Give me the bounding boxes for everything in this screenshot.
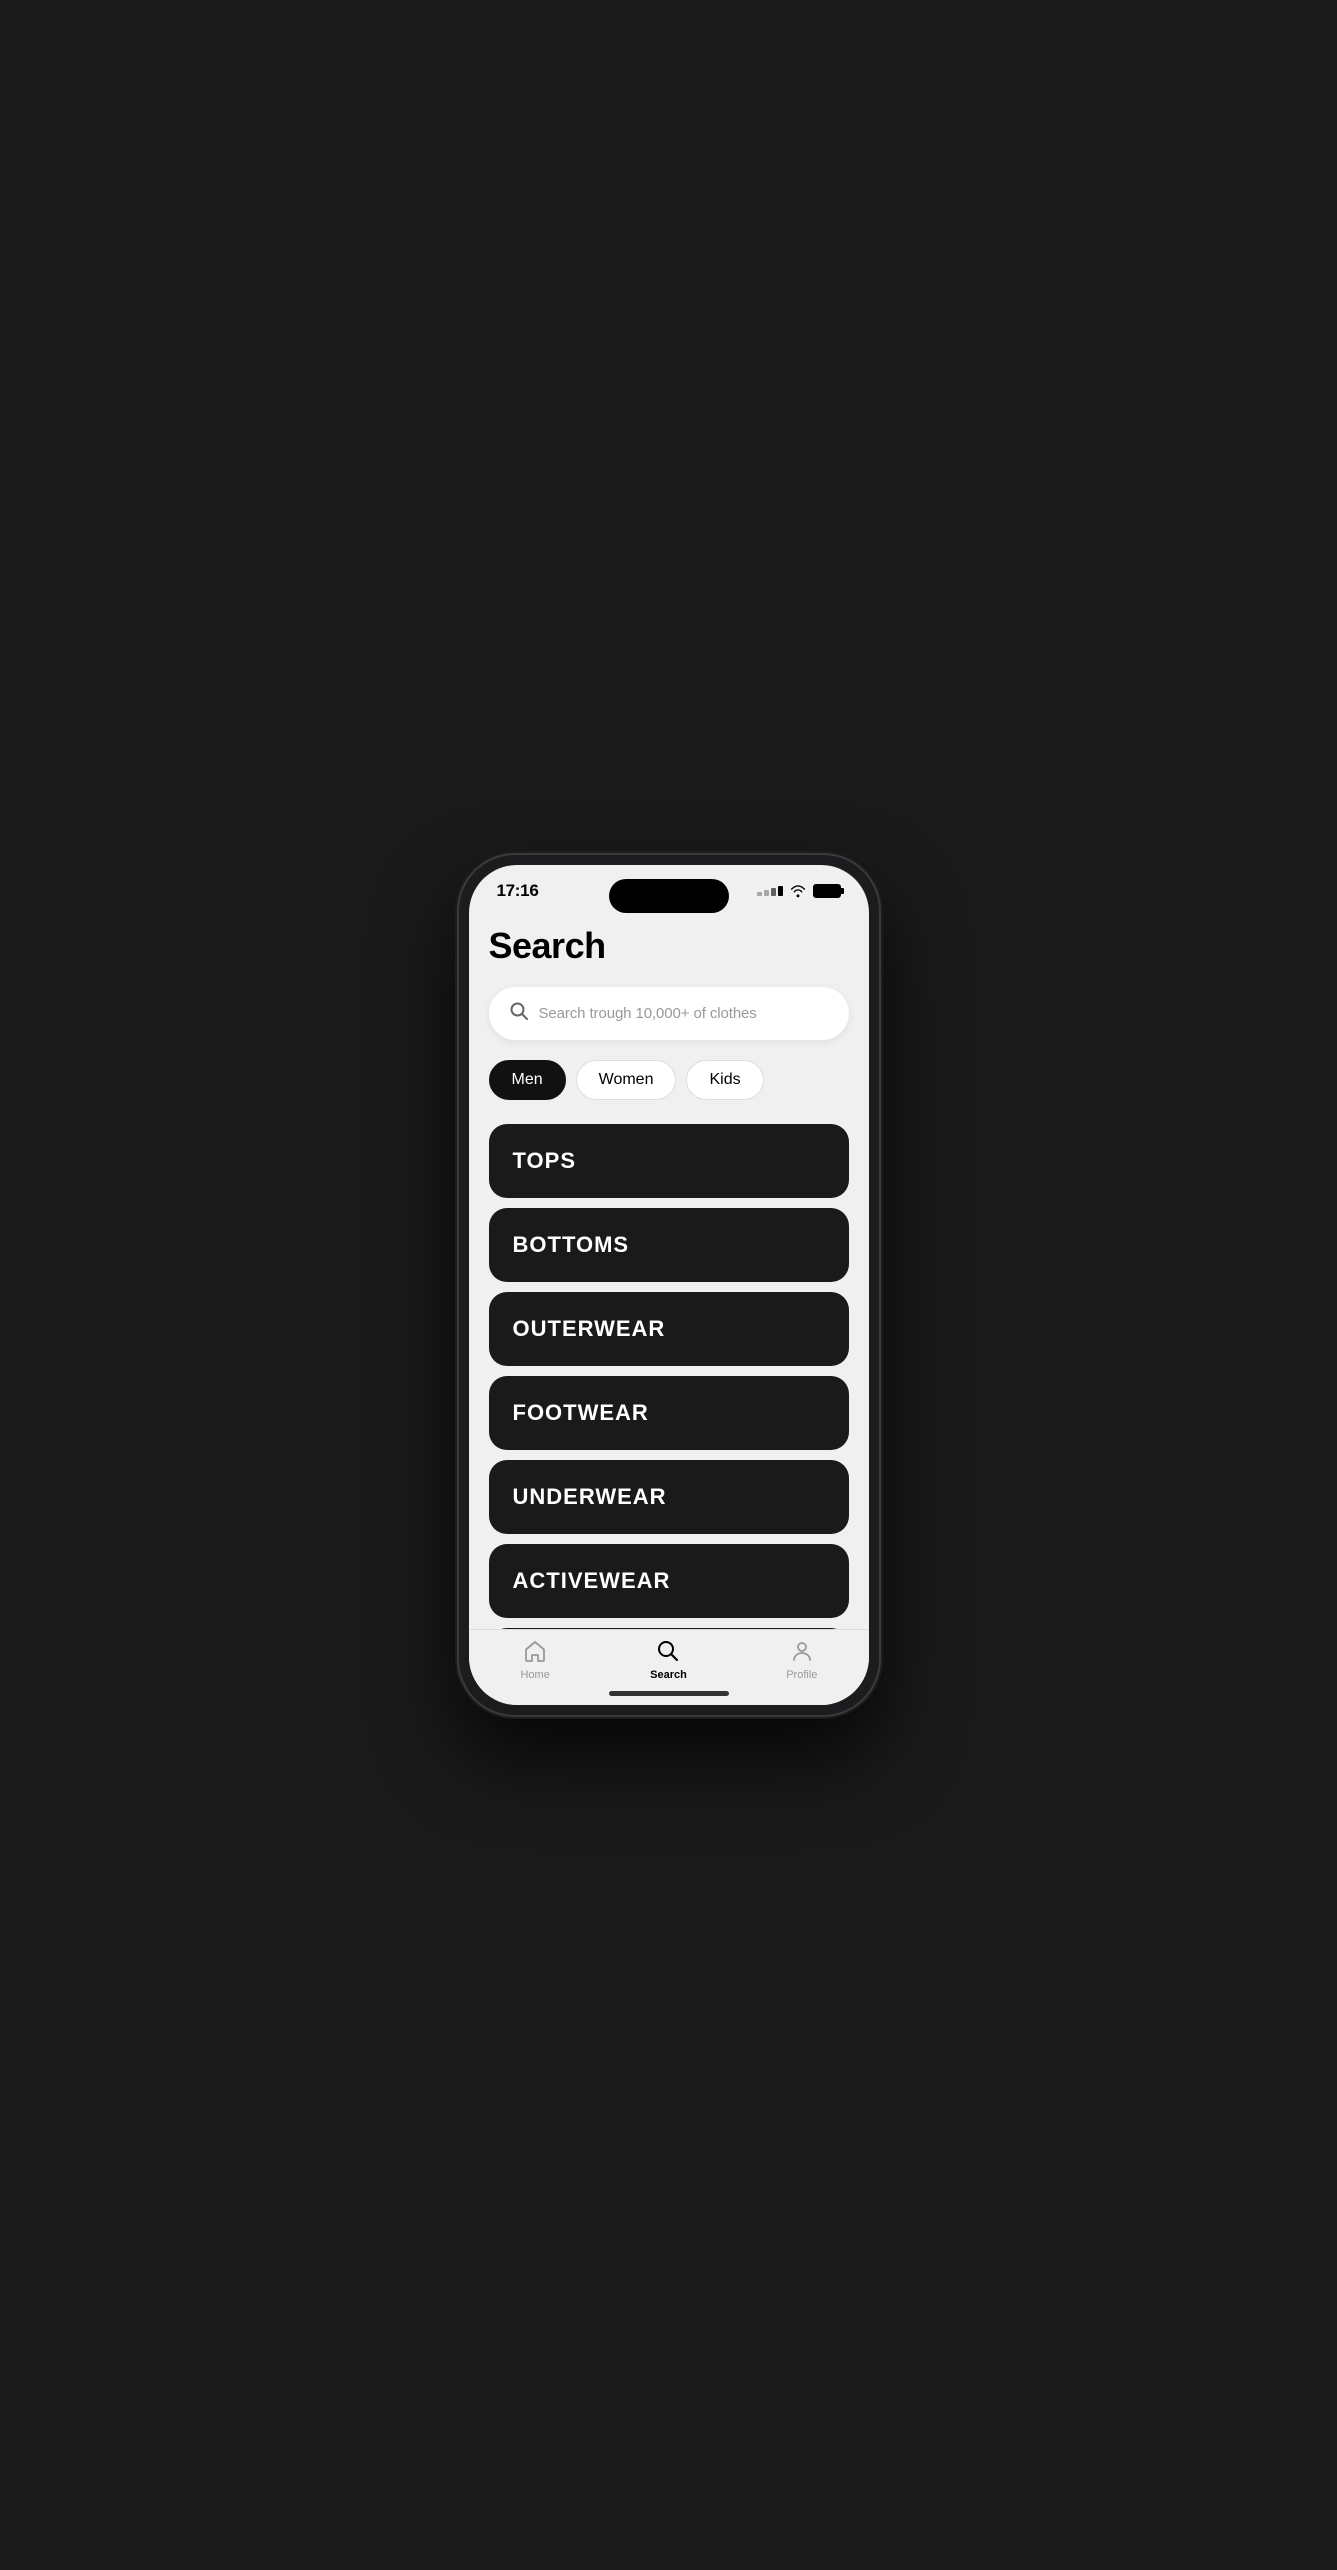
tab-bar: Home Search Profile <box>469 1629 869 1685</box>
phone-screen: 17:16 <box>469 865 869 1705</box>
tab-home-label: Home <box>520 1669 549 1681</box>
main-content: Search Search trough 10,000+ of clothes … <box>469 909 869 1629</box>
status-icons <box>757 884 841 898</box>
category-tops[interactable]: TOPS <box>489 1124 849 1198</box>
home-bar <box>609 1691 729 1696</box>
page-title: Search <box>489 925 849 967</box>
category-outerwear-label: OUTERWEAR <box>513 1316 666 1341</box>
dynamic-island <box>609 879 729 913</box>
battery-icon <box>813 884 841 898</box>
filter-tab-kids[interactable]: Kids <box>686 1060 763 1100</box>
search-tab-icon <box>657 1640 679 1667</box>
category-outerwear[interactable]: OUTERWEAR <box>489 1292 849 1366</box>
status-time: 17:16 <box>497 881 539 901</box>
search-bar[interactable]: Search trough 10,000+ of clothes <box>489 987 849 1040</box>
category-footwear-label: FOOTWEAR <box>513 1400 649 1425</box>
tab-search-label: Search <box>650 1669 687 1681</box>
home-icon <box>523 1640 547 1667</box>
search-icon <box>509 1001 529 1026</box>
category-underwear-label: UNDERWEAR <box>513 1484 667 1509</box>
profile-icon <box>791 1640 813 1667</box>
tab-home[interactable]: Home <box>500 1640 570 1681</box>
signal-icon <box>757 886 783 896</box>
category-activewear[interactable]: ACTIVEWEAR <box>489 1544 849 1618</box>
category-footwear[interactable]: FOOTWEAR <box>489 1376 849 1450</box>
filter-tab-women[interactable]: Women <box>576 1060 677 1100</box>
category-activewear-label: ACTIVEWEAR <box>513 1568 671 1593</box>
category-tops-label: TOPS <box>513 1148 577 1173</box>
phone-device: 17:16 <box>459 855 879 1715</box>
category-list: TOPS BOTTOMS OUTERWEAR FOOTWEAR UNDERWEA… <box>489 1124 849 1629</box>
filter-tab-men[interactable]: Men <box>489 1060 566 1100</box>
tab-profile-label: Profile <box>786 1669 817 1681</box>
tab-profile[interactable]: Profile <box>767 1640 837 1681</box>
category-bottoms[interactable]: BOTTOMS <box>489 1208 849 1282</box>
wifi-icon <box>789 884 807 898</box>
category-underwear[interactable]: UNDERWEAR <box>489 1460 849 1534</box>
tab-search[interactable]: Search <box>633 1640 703 1681</box>
filter-tabs: Men Women Kids <box>489 1060 849 1100</box>
category-bottoms-label: BOTTOMS <box>513 1232 630 1257</box>
search-placeholder: Search trough 10,000+ of clothes <box>539 1005 757 1022</box>
home-indicator <box>469 1685 869 1705</box>
